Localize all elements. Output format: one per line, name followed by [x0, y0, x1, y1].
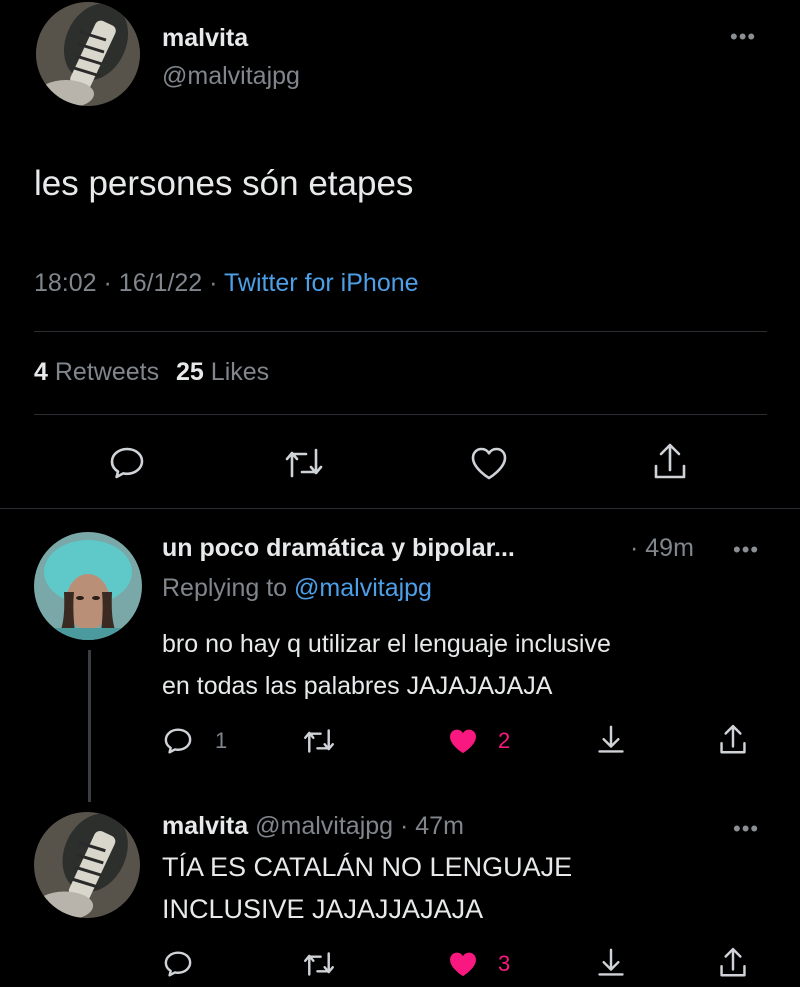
divider-2 — [34, 414, 767, 415]
replying-to-handle[interactable]: @malvitajpg — [294, 574, 432, 602]
reply1-reply-icon[interactable] — [161, 724, 195, 758]
main-client-link[interactable]: Twitter for iPhone — [224, 269, 419, 297]
engagement-stats: 4 Retweets 25 Likes — [34, 358, 269, 387]
main-reply-icon[interactable] — [106, 442, 148, 484]
main-retweet-icon[interactable] — [282, 442, 326, 484]
main-handle[interactable]: @malvitajpg — [162, 62, 300, 91]
reply1-text-line-1: bro no hay q utilizar el lenguaje inclus… — [162, 630, 611, 658]
reply1-reply-count: 1 — [215, 728, 228, 753]
reply2-share-icon[interactable] — [715, 945, 751, 981]
sneaker-avatar-image — [36, 2, 140, 106]
main-tweet-meta: 18:02 · 16/1/22 · Twitter for iPhone — [34, 269, 419, 298]
thread-line — [88, 650, 91, 802]
reply2-handle-time[interactable]: @malvitajpg · 47m — [255, 812, 464, 840]
main-more-icon[interactable]: ••• — [730, 26, 756, 48]
reply1-retweet-icon[interactable] — [301, 724, 337, 758]
reply1-like-icon[interactable] — [444, 724, 482, 758]
likes-stat[interactable]: 25 Likes — [176, 358, 269, 386]
divider-3 — [0, 508, 800, 509]
main-sep-2: · — [209, 269, 218, 297]
reply2-reply-icon[interactable] — [161, 947, 195, 981]
replying-to-label: Replying to — [162, 574, 288, 602]
reply2-retweet-icon[interactable] — [301, 947, 337, 981]
reply1-like-count: 2 — [498, 728, 511, 753]
reply1-text-line-2: en todas las palabres JAJAJAJAJA — [162, 672, 553, 700]
reply1-display-name[interactable]: un poco dramática y bipolar... — [162, 534, 515, 563]
reply2-avatar[interactable] — [34, 812, 140, 918]
main-like-icon[interactable] — [467, 442, 511, 484]
reply1-download-icon[interactable] — [593, 722, 629, 758]
main-tweet-text: les persones són etapes — [34, 164, 414, 203]
reply1-avatar-image — [34, 532, 142, 640]
reply2-like-count: 3 — [498, 951, 511, 976]
reply1-share-icon[interactable] — [715, 722, 751, 758]
main-share-icon[interactable] — [648, 440, 692, 484]
reply1-time[interactable]: · 49m — [630, 534, 694, 563]
reply2-display-name[interactable]: malvita — [162, 812, 248, 840]
reply2-header: malvita @malvitajpg · 47m — [162, 812, 464, 841]
divider-1 — [34, 331, 767, 332]
main-avatar[interactable] — [36, 2, 140, 106]
reply2-text-line-2: INCLUSIVE JAJAJJAJAJA — [162, 894, 484, 924]
reply2-download-icon[interactable] — [593, 945, 629, 981]
reply1-avatar[interactable] — [34, 532, 142, 640]
reply2-more-icon[interactable]: ••• — [733, 818, 759, 840]
likes-label: Likes — [210, 358, 270, 386]
reply2-sneaker-avatar-image — [34, 812, 140, 918]
likes-count: 25 — [176, 358, 204, 386]
main-display-name[interactable]: malvita — [162, 24, 248, 53]
retweets-label: Retweets — [54, 358, 160, 386]
reply1-replying-to: Replying to @malvitajpg — [162, 574, 432, 603]
retweets-count: 4 — [34, 358, 48, 386]
main-sep-1: · — [103, 269, 112, 297]
reply2-like-icon[interactable] — [444, 947, 482, 981]
reply2-text-line-1: TÍA ES CATALÁN NO LENGUAJE — [162, 852, 573, 882]
main-time: 18:02 — [34, 269, 97, 297]
reply1-more-icon[interactable]: ••• — [733, 539, 759, 561]
retweets-stat[interactable]: 4 Retweets — [34, 358, 166, 386]
main-date: 16/1/22 — [118, 269, 203, 297]
